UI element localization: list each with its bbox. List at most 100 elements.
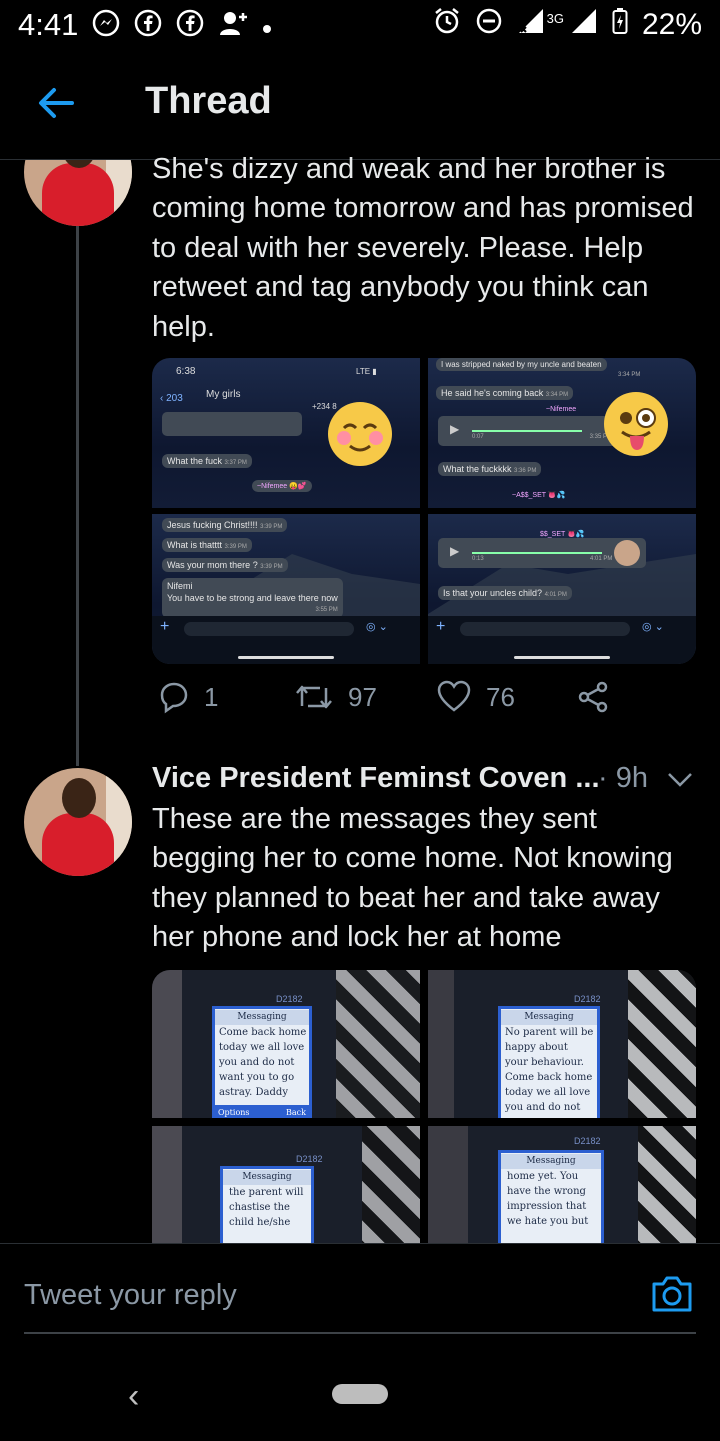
chat-message: You have to be strong and leave there no… <box>167 593 338 603</box>
reply-button[interactable]: 1 <box>156 680 218 714</box>
screen-message: Come back home today we all love you and… <box>219 1027 307 1098</box>
chat-time: 3:37 PM <box>224 460 247 466</box>
media-image-chat-2[interactable]: I was stripped naked by my uncle and bea… <box>428 358 696 508</box>
chat-bubble: What the fuckkkk 3:36 PM <box>438 462 542 476</box>
softkey-right: Back <box>286 1108 306 1117</box>
voice-note: ▶ 0:13 4:01 PM <box>438 538 646 568</box>
reply-count: 1 <box>204 681 219 712</box>
chat-sender: ~A$$_SET <box>512 492 546 499</box>
screen-message: home yet. You have the wrong impression … <box>507 1171 589 1227</box>
battery-percent: 22% <box>641 8 702 41</box>
media-image-phone-3[interactable]: D2182 Messaging the parent will chastise… <box>152 1126 420 1260</box>
reply-input[interactable]: Tweet your reply <box>24 1279 237 1312</box>
media-image-chat-3[interactable]: Jesus fucking Christ!!!! 3:39 PM What is… <box>152 514 420 664</box>
chat-message: Jesus fucking Christ!!!! <box>167 520 258 530</box>
reply-underline <box>24 1332 696 1334</box>
like-button[interactable]: 76 <box>436 680 515 714</box>
chat-message: What the fuckkkk <box>443 464 512 474</box>
chevron-down-icon[interactable] <box>666 770 694 790</box>
chat-bubble: ~Nifemee 😛💕 <box>252 480 312 492</box>
arrow-left-icon <box>39 88 74 118</box>
chat-bubble: What the fuck 3:37 PM <box>162 454 252 468</box>
phone-model: D2182 <box>296 1154 323 1164</box>
voice-note: ▶ 0:07 3:35 PM <box>438 416 618 446</box>
chat-sender-group: $$_SET 👅💦 <box>540 531 585 538</box>
avatar <box>614 540 640 566</box>
phone-model: D2182 <box>574 994 601 1004</box>
retweet-count: 97 <box>348 681 377 712</box>
tweet-header: Vice President Feminst Coven ... · 9h <box>152 762 697 802</box>
chat-message: Is that your uncles child? <box>443 588 543 598</box>
screen-heading: Messaging <box>501 1154 601 1169</box>
chat-bubble: What is thatttt 3:39 PM <box>162 538 252 552</box>
battery-icon <box>612 7 628 43</box>
facebook-icon-2 <box>176 9 204 41</box>
camera-button[interactable] <box>650 1274 694 1319</box>
signal-icon-2 <box>570 7 598 43</box>
system-back-button[interactable]: ‹ <box>128 1377 139 1416</box>
chat-bubble: Was your mom there ? 3:39 PM <box>162 558 288 572</box>
input-bar: + ◎ ⌄ <box>152 616 420 664</box>
tweet-actions: 1 97 76 <box>152 680 672 730</box>
chat-time: 4:01 PM <box>544 592 567 598</box>
notification-dot-icon <box>262 12 272 38</box>
chat-time: 3:39 PM <box>260 564 283 570</box>
phone-model: D2182 <box>276 994 303 1004</box>
status-time: 4:41 <box>18 7 79 42</box>
input-bar: + ◎ ⌄ <box>428 616 696 664</box>
retweet-button[interactable]: 97 <box>294 680 377 714</box>
chat-message: I was stripped naked by my uncle and bea… <box>441 360 602 369</box>
screen-message: No parent will be happy about your behav… <box>505 1027 594 1113</box>
page-title: Thread <box>145 80 272 122</box>
chat-sender: ~Nifemee <box>546 406 577 413</box>
avatar[interactable] <box>24 768 132 876</box>
reply-composer: Tweet your reply ‹ <box>0 1243 720 1441</box>
signal-icon <box>517 7 547 43</box>
like-count: 76 <box>486 681 515 712</box>
back-button[interactable] <box>32 78 82 128</box>
chat-message: Was your mom there ? <box>167 560 258 570</box>
chat-message: He said he's coming back <box>441 388 544 398</box>
media-image-phone-2[interactable]: D2182 Messaging No parent will be happy … <box>428 970 696 1118</box>
thread-connector-line <box>76 226 79 766</box>
author-name[interactable]: Vice President Feminst Coven ... <box>152 762 600 795</box>
chat-bubble: He said he's coming back 3:34 PM <box>436 386 574 400</box>
media-image-chat-4[interactable]: $$_SET 👅💦 ▶ 0:13 4:01 PM Is that your un… <box>428 514 696 664</box>
tweet-media-grid[interactable]: D2182 Messaging Come back home today we … <box>152 970 696 1260</box>
screen-heading: Messaging <box>215 1010 309 1025</box>
media-image-phone-1[interactable]: D2182 Messaging Come back home today we … <box>152 970 420 1118</box>
phone-screen: Messaging Come back home today we all lo… <box>212 1006 312 1118</box>
chat-time: 3:55 PM <box>315 607 338 613</box>
back-count: 203 <box>166 393 183 404</box>
system-home-pill[interactable] <box>332 1384 388 1404</box>
chat-time: 3:39 PM <box>260 524 283 530</box>
heart-icon <box>437 680 471 712</box>
media-image-chat-1[interactable]: 6:38 LTE ▮ ‹ 203 My girls +234 8 What th… <box>152 358 420 508</box>
screenshot-network-label: LTE ▮ <box>356 367 377 376</box>
chat-message: What is thatttt <box>167 540 223 550</box>
media-image-phone-4[interactable]: D2182 Messaging home yet. You have the w… <box>428 1126 696 1260</box>
chat-bubble: Is that your uncles child? 4:01 PM <box>438 586 572 600</box>
chat-message: What the fuck <box>167 456 223 466</box>
screen-message: the parent will chastise the child he/sh… <box>229 1187 304 1228</box>
tweet-text: These are the messages they sent begging… <box>152 803 673 954</box>
screen-heading: Messaging <box>223 1170 311 1185</box>
facebook-icon <box>134 9 162 41</box>
reply-icon <box>160 682 188 714</box>
tweet-text: She's dizzy and weak and her brother is … <box>152 153 694 343</box>
alarm-icon <box>433 7 461 43</box>
chat-time: 3:36 PM <box>514 468 537 474</box>
softkey-left: Options <box>218 1108 250 1117</box>
phone-model: D2182 <box>574 1136 601 1146</box>
tweet-media-grid[interactable]: 6:38 LTE ▮ ‹ 203 My girls +234 8 What th… <box>152 358 696 664</box>
chat-time: 4:01 PM <box>590 556 613 562</box>
phone-screen: Messaging No parent will be happy about … <box>498 1006 600 1118</box>
share-button[interactable] <box>576 680 610 714</box>
top-app-bar: Thread <box>0 50 720 160</box>
tongue-wink-emoji-icon <box>604 392 668 456</box>
camera-icon <box>652 1276 692 1312</box>
chat-bubble: Nifemi You have to be strong and leave th… <box>162 578 343 618</box>
chat-sender-group: ~A$$_SET 👅💦 <box>512 492 566 499</box>
voice-duration: 0:13 <box>472 556 484 562</box>
messenger-icon <box>92 9 120 41</box>
